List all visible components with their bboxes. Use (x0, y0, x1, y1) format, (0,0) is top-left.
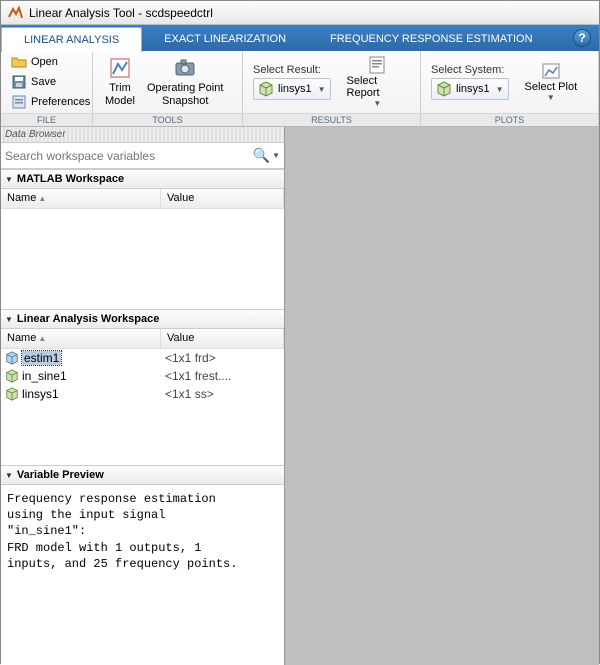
open-button[interactable]: Open (7, 53, 94, 71)
linear-analysis-workspace-title[interactable]: Linear Analysis Workspace (1, 309, 284, 329)
trim-model-icon (108, 56, 132, 80)
ws1-table-header: Name▲ Value (1, 189, 284, 209)
tab-exact-linearization[interactable]: EXACT LINEARIZATION (142, 27, 308, 51)
results-group-label: RESULTS (243, 113, 420, 126)
file-group-label: FILE (1, 113, 92, 126)
save-button[interactable]: Save (7, 73, 94, 91)
col-name[interactable]: Name▲ (1, 189, 161, 208)
plots-group-label: PLOTS (421, 113, 598, 126)
variable-preview-body: Frequency response estimation using the … (1, 485, 284, 665)
operating-point-snapshot-button[interactable]: Operating Point Snapshot (141, 56, 229, 107)
chevron-down-icon: ▼ (318, 85, 326, 94)
camera-icon (173, 56, 197, 80)
table-row[interactable]: linsys1 <1x1 ss> (1, 385, 284, 403)
chevron-down-icon: ▼ (496, 85, 504, 94)
select-result-label: Select Result: (253, 64, 331, 76)
table-row[interactable]: estim1 <1x1 frd> (1, 349, 284, 367)
save-label: Save (31, 76, 56, 88)
preferences-icon (11, 94, 27, 110)
select-report-button[interactable]: Select Report ▼ (341, 56, 414, 108)
window-title: Linear Analysis Tool - scdspeedctrl (29, 6, 213, 20)
select-system-label: Select System: (431, 64, 509, 76)
cube-icon (436, 81, 452, 97)
search-options-dropdown[interactable]: ▼ (272, 151, 280, 160)
select-system-combo[interactable]: linsys1 ▼ (431, 78, 509, 100)
col-value[interactable]: Value (161, 189, 284, 208)
data-browser: Data Browser 🔍 ▼ MATLAB Workspace Name▲ … (1, 127, 285, 665)
cube-icon (5, 387, 19, 401)
main-canvas (285, 127, 599, 665)
matlab-workspace-title[interactable]: MATLAB Workspace (1, 169, 284, 189)
cube-icon (258, 81, 274, 97)
search-input[interactable] (5, 149, 253, 163)
title-bar: Linear Analysis Tool - scdspeedctrl (1, 1, 599, 25)
col-name[interactable]: Name▲ (1, 329, 161, 348)
ribbon-tabs: LINEAR ANALYSIS EXACT LINEARIZATION FREQ… (1, 25, 599, 51)
ws1-table-body (1, 209, 284, 309)
help-button[interactable]: ? (573, 29, 591, 47)
folder-open-icon (11, 54, 27, 70)
table-row[interactable]: in_sine1 <1x1 frest.... (1, 367, 284, 385)
floppy-disk-icon (11, 74, 27, 90)
ws2-table-header: Name▲ Value (1, 329, 284, 349)
preferences-button[interactable]: Preferences (7, 93, 94, 111)
cube-icon (5, 369, 19, 383)
data-browser-header: Data Browser (1, 127, 284, 143)
search-row: 🔍 ▼ (1, 143, 284, 169)
chevron-down-icon: ▼ (547, 93, 555, 102)
tab-linear-analysis[interactable]: LINEAR ANALYSIS (1, 27, 142, 52)
variable-preview-title[interactable]: Variable Preview (1, 465, 284, 485)
chevron-down-icon: ▼ (373, 99, 381, 108)
tab-frequency-response-estimation[interactable]: FREQUENCY RESPONSE ESTIMATION (308, 27, 555, 51)
report-icon (367, 56, 387, 74)
select-plot-button[interactable]: Select Plot ▼ (519, 62, 584, 102)
tools-group-label: TOOLS (93, 113, 242, 126)
col-value[interactable]: Value (161, 329, 284, 348)
open-label: Open (31, 56, 58, 68)
prefs-label: Preferences (31, 96, 90, 108)
ws2-table-body: estim1 <1x1 frd> in_sine1 <1x1 frest....… (1, 349, 284, 465)
search-icon[interactable]: 🔍 (253, 147, 270, 164)
matlab-logo-icon (7, 5, 23, 21)
trim-model-button[interactable]: Trim Model (99, 56, 141, 107)
toolstrip: Open Save Preferences FILE Trim Model (1, 51, 599, 127)
select-result-combo[interactable]: linsys1 ▼ (253, 78, 331, 100)
cube-icon (5, 351, 19, 365)
plot-icon (541, 62, 561, 80)
